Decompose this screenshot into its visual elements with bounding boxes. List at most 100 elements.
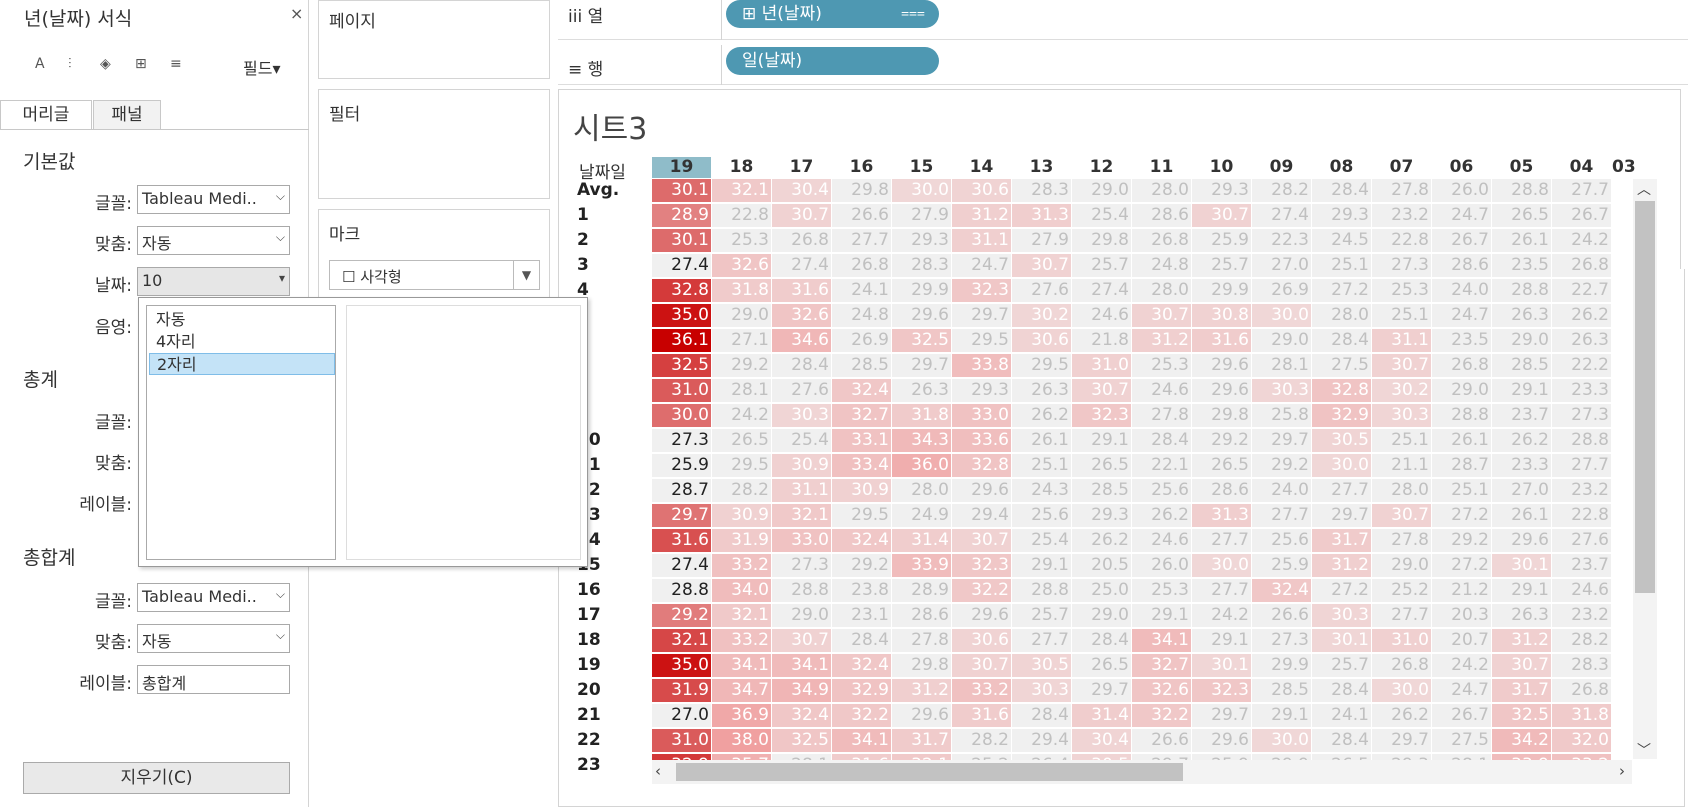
table-cell[interactable]: 34.1 <box>832 729 891 752</box>
table-cell[interactable]: 30.9 <box>712 504 771 527</box>
table-cell[interactable]: 27.7 <box>1372 604 1431 627</box>
table-cell[interactable]: 35.0 <box>652 654 711 677</box>
table-cell[interactable]: 29.2 <box>1432 529 1491 552</box>
column-header[interactable]: 05 <box>1492 157 1551 178</box>
table-cell[interactable]: 28.6 <box>1432 254 1491 277</box>
table-cell[interactable]: 29.6 <box>952 604 1011 627</box>
table-cell[interactable]: 26.3 <box>1492 604 1551 627</box>
table-cell[interactable]: 25.4 <box>1072 204 1131 227</box>
table-cell[interactable]: 30.7 <box>1132 304 1191 327</box>
table-cell[interactable]: 27.7 <box>1012 629 1071 652</box>
row-header[interactable]: 3 <box>577 254 647 277</box>
table-cell[interactable]: 31.6 <box>952 704 1011 727</box>
table-cell[interactable]: 28.1 <box>712 379 771 402</box>
table-cell[interactable]: 27.7 <box>1312 479 1371 502</box>
table-cell[interactable]: 26.5 <box>712 429 771 452</box>
column-pill-year[interactable]: ⊞ 년(날짜) ⩶ <box>726 0 939 28</box>
date-format-list[interactable]: 자동 4자리 2자리 <box>146 305 336 560</box>
table-cell[interactable]: 20.7 <box>1432 629 1491 652</box>
table-cell[interactable]: 28.0 <box>1312 304 1371 327</box>
column-header[interactable]: 14 <box>952 157 1011 178</box>
table-cell[interactable]: 24.7 <box>1432 204 1491 227</box>
row-pill-day[interactable]: 일(날짜) <box>726 47 939 75</box>
table-cell[interactable]: 26.1 <box>1012 429 1071 452</box>
table-cell[interactable]: 31.7 <box>892 729 951 752</box>
table-cell[interactable]: 20.5 <box>1072 554 1131 577</box>
table-cell[interactable]: 25.7 <box>1072 254 1131 277</box>
table-cell[interactable]: 30.0 <box>892 179 951 202</box>
vertical-scroll-thumb[interactable] <box>1635 201 1655 593</box>
table-cell[interactable]: 34.6 <box>772 329 831 352</box>
table-cell[interactable]: 25.4 <box>772 429 831 452</box>
table-cell[interactable]: 30.1 <box>1312 629 1371 652</box>
table-cell[interactable]: 29.3 <box>1312 204 1371 227</box>
table-cell[interactable]: 28.8 <box>652 579 711 602</box>
table-cell[interactable]: 29.1 <box>1252 704 1311 727</box>
table-cell[interactable]: 31.6 <box>772 279 831 302</box>
table-cell[interactable]: 29.7 <box>892 354 951 377</box>
table-cell[interactable]: 33.8 <box>952 354 1011 377</box>
table-cell[interactable]: 32.1 <box>772 504 831 527</box>
table-cell[interactable]: 31.9 <box>712 529 771 552</box>
table-cell[interactable]: 25.1 <box>1312 254 1371 277</box>
grand-align-select[interactable]: 자동 ⌵ <box>137 624 290 653</box>
table-cell[interactable]: 35.0 <box>652 304 711 327</box>
date-format-option-2digit[interactable]: 2자리 <box>149 353 335 375</box>
tab-pane[interactable]: 패널 <box>93 100 161 130</box>
table-cell[interactable]: 25.3 <box>1372 279 1431 302</box>
table-cell[interactable]: 26.2 <box>1552 304 1611 327</box>
table-cell[interactable]: 29.6 <box>1192 354 1251 377</box>
table-cell[interactable]: 30.0 <box>1252 729 1311 752</box>
table-cell[interactable]: 31.2 <box>952 204 1011 227</box>
table-cell[interactable]: 32.8 <box>1312 379 1371 402</box>
table-cell[interactable]: 30.7 <box>1012 254 1071 277</box>
table-cell[interactable]: 28.6 <box>1132 204 1191 227</box>
table-cell[interactable]: 28.2 <box>952 729 1011 752</box>
table-cell[interactable]: 27.8 <box>1372 529 1431 552</box>
alignment-icon[interactable]: ⫶ <box>68 56 72 72</box>
column-header[interactable]: 10 <box>1192 157 1251 178</box>
table-cell[interactable]: 23.2 <box>1552 479 1611 502</box>
grand-font-select[interactable]: Tableau Medi.. ⌵ <box>137 583 290 612</box>
table-cell[interactable]: 29.7 <box>1072 679 1131 702</box>
table-cell[interactable]: 32.5 <box>1492 704 1551 727</box>
table-cell[interactable]: 29.2 <box>1252 454 1311 477</box>
table-cell[interactable]: 27.5 <box>1312 354 1371 377</box>
row-header[interactable]: 17 <box>577 604 647 627</box>
table-cell[interactable]: 27.7 <box>1192 529 1251 552</box>
table-cell[interactable]: 22.2 <box>1552 354 1611 377</box>
table-cell[interactable]: 29.3 <box>1072 504 1131 527</box>
table-cell[interactable]: 36.9 <box>712 704 771 727</box>
table-cell[interactable]: 24.2 <box>1432 654 1491 677</box>
table-cell[interactable]: 31.8 <box>892 404 951 427</box>
table-cell[interactable]: 27.6 <box>772 379 831 402</box>
table-cell[interactable]: 27.0 <box>652 704 711 727</box>
column-header[interactable]: 03 <box>1612 157 1637 178</box>
table-cell[interactable]: 26.6 <box>832 204 891 227</box>
table-cell[interactable]: 32.5 <box>772 729 831 752</box>
column-header[interactable]: 06 <box>1432 157 1491 178</box>
table-cell[interactable]: 32.2 <box>1132 704 1191 727</box>
table-cell[interactable]: 27.6 <box>1552 529 1611 552</box>
table-cell[interactable]: 29.3 <box>1192 179 1251 202</box>
table-cell[interactable]: 26.9 <box>1252 279 1311 302</box>
column-header[interactable]: 15 <box>892 157 951 178</box>
table-cell[interactable]: 30.3 <box>1252 379 1311 402</box>
table-cell[interactable]: 30.3 <box>1372 404 1431 427</box>
table-cell[interactable]: 23.7 <box>1552 554 1611 577</box>
table-cell[interactable]: 24.6 <box>1072 304 1131 327</box>
table-cell[interactable]: 26.2 <box>1372 704 1431 727</box>
table-cell[interactable]: 27.3 <box>772 554 831 577</box>
row-header[interactable]: 18 <box>577 629 647 652</box>
table-cell[interactable]: 30.9 <box>772 454 831 477</box>
table-cell[interactable]: 24.8 <box>1132 254 1191 277</box>
table-cell[interactable]: 28.7 <box>1432 454 1491 477</box>
table-cell[interactable]: 34.1 <box>772 654 831 677</box>
table-cell[interactable]: 24.6 <box>1132 379 1191 402</box>
table-cell[interactable]: 28.3 <box>1552 654 1611 677</box>
table-cell[interactable]: 28.4 <box>1312 729 1371 752</box>
table-cell[interactable]: 29.1 <box>1072 429 1131 452</box>
table-cell[interactable]: 32.2 <box>952 579 1011 602</box>
table-cell[interactable]: 36.0 <box>892 454 951 477</box>
table-cell[interactable]: 27.1 <box>712 329 771 352</box>
